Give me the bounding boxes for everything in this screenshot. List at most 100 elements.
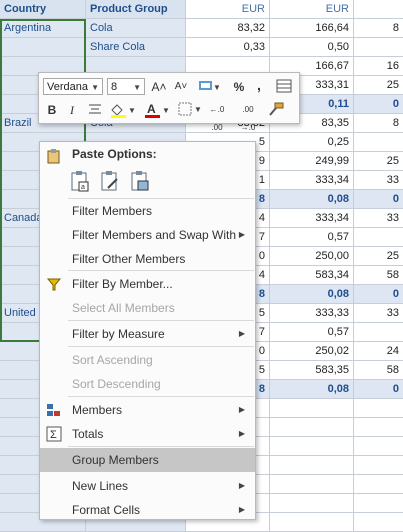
value-cell[interactable]: 0 [354,285,403,303]
value-cell[interactable]: 0,57 [270,323,354,341]
product-group-cell[interactable]: Cola [86,19,186,37]
menu-item-select-all-members[interactable]: Select All Members [40,296,255,320]
percent-style-button[interactable]: % [229,78,249,96]
value-cell[interactable] [354,494,403,512]
align-button[interactable] [85,101,105,119]
value-cell[interactable] [354,228,403,246]
menu-item-sort-ascending[interactable]: Sort Ascending [40,348,255,372]
bold-button[interactable]: B [43,101,61,119]
value-cell[interactable] [354,513,403,531]
menu-item-filter-members-and-swap-with[interactable]: Filter Members and Swap With ▶ [40,223,255,247]
value-cell[interactable]: 0,08 [270,380,354,398]
measure-header-2[interactable]: EUR [270,0,354,18]
menu-item-sort-descending[interactable]: Sort Descending [40,372,255,396]
comma-style-button[interactable]: , [251,76,267,94]
value-cell[interactable]: 583,35 [270,361,354,379]
value-cell[interactable]: 33 [354,171,403,189]
paste-picture-button[interactable] [130,170,150,192]
svg-text:A: A [147,102,156,116]
value-cell[interactable]: 333,33 [270,304,354,322]
menu-item-group-members[interactable]: Group Members [40,448,255,472]
borders-button[interactable]: ▼ [177,101,203,119]
value-cell[interactable]: 8 [354,19,403,37]
value-cell[interactable]: 166,64 [270,19,354,37]
value-cell[interactable]: 16 [354,57,403,75]
format-table-button[interactable] [273,78,295,96]
value-cell[interactable]: 0,33 [186,38,270,56]
value-cell[interactable] [354,456,403,474]
value-cell[interactable] [354,323,403,341]
product-group-cell[interactable]: Share Cola [86,38,186,56]
menu-item-filter-other-members[interactable]: Filter Other Members [40,247,255,271]
country-cell[interactable]: Argentina [0,19,86,37]
menu-item-filter-by-measure[interactable]: Filter by Measure ▶ [40,322,255,346]
value-cell[interactable]: 249,99 [270,152,354,170]
value-cell[interactable] [270,437,354,455]
value-cell[interactable]: 8 [354,114,403,132]
menu-item-totals[interactable]: Σ Totals ▶ [40,422,255,446]
value-cell[interactable] [270,418,354,436]
value-cell[interactable]: 250,00 [270,247,354,265]
value-cell[interactable]: 25 [354,76,403,94]
value-cell[interactable] [270,494,354,512]
menu-item-label: Totals [72,427,104,441]
format-painter-button[interactable] [265,101,287,119]
menu-item-filter-members[interactable]: Filter Members [40,199,255,223]
value-cell[interactable]: 0,08 [270,285,354,303]
value-cell[interactable]: 0 [354,95,403,113]
menu-separator [68,346,254,347]
menu-item-filter-by-member[interactable]: Filter By Member... [40,272,255,296]
decrease-decimal-button[interactable]: .00 →.0 [235,101,261,132]
measure-header-1[interactable]: EUR [186,0,270,18]
fill-color-button[interactable]: ▼ [107,101,137,119]
value-cell[interactable]: 58 [354,361,403,379]
value-cell[interactable]: 333,34 [270,171,354,189]
grow-font-button[interactable]: A˄ [149,78,169,96]
value-cell[interactable]: 33 [354,209,403,227]
shrink-font-button[interactable]: A˅ [171,78,191,96]
value-cell[interactable] [270,475,354,493]
value-cell[interactable]: 33 [354,304,403,322]
font-color-button[interactable]: A ▼ [141,101,171,119]
value-cell[interactable]: 25 [354,247,403,265]
chevron-down-icon: ▼ [91,83,99,92]
value-cell[interactable] [354,133,403,151]
menu-item-new-lines[interactable]: New Lines ▶ [40,474,255,498]
menu-item-members[interactable]: Members ▶ [40,398,255,422]
font-name-box[interactable]: Verdana ▼ [43,78,103,95]
font-size-box[interactable]: 8 ▼ [107,78,145,95]
value-cell[interactable]: 250,02 [270,342,354,360]
country-cell[interactable] [0,38,86,56]
value-cell[interactable] [354,437,403,455]
value-cell[interactable]: 583,34 [270,266,354,284]
value-cell[interactable]: 25 [354,152,403,170]
value-cell[interactable] [270,399,354,417]
menu-item-format-cells[interactable]: Format Cells ▶ [40,498,255,522]
increase-decimal-button[interactable]: ←.0 .00 [205,101,229,132]
value-cell[interactable]: 0,50 [270,38,354,56]
value-cell[interactable]: 0 [354,380,403,398]
value-cell[interactable] [354,399,403,417]
value-cell[interactable]: 0,25 [270,133,354,151]
value-cell[interactable] [270,513,354,531]
country-header[interactable]: Country [0,0,86,18]
value-cell[interactable]: 58 [354,266,403,284]
value-cell[interactable] [270,456,354,474]
value-cell[interactable]: 0,57 [270,228,354,246]
italic-button[interactable]: I [63,101,81,119]
value-cell[interactable]: 0,08 [270,190,354,208]
value-cell[interactable] [354,418,403,436]
value-cell[interactable] [354,475,403,493]
value-cell[interactable] [354,38,403,56]
product-group-header[interactable]: Product Group [86,0,186,18]
measure-header-3[interactable] [354,0,403,18]
value-cell[interactable]: 0 [354,190,403,208]
value-cell[interactable]: 83,32 [186,19,270,37]
value-cell[interactable]: 333,34 [270,209,354,227]
paste-values-button[interactable]: a [70,170,90,192]
paste-formatting-button[interactable] [100,170,120,192]
funnel-icon [46,276,62,292]
menu-item-label: New Lines [72,479,129,493]
accounting-format-button[interactable]: ▼ [195,78,221,96]
value-cell[interactable]: 24 [354,342,403,360]
